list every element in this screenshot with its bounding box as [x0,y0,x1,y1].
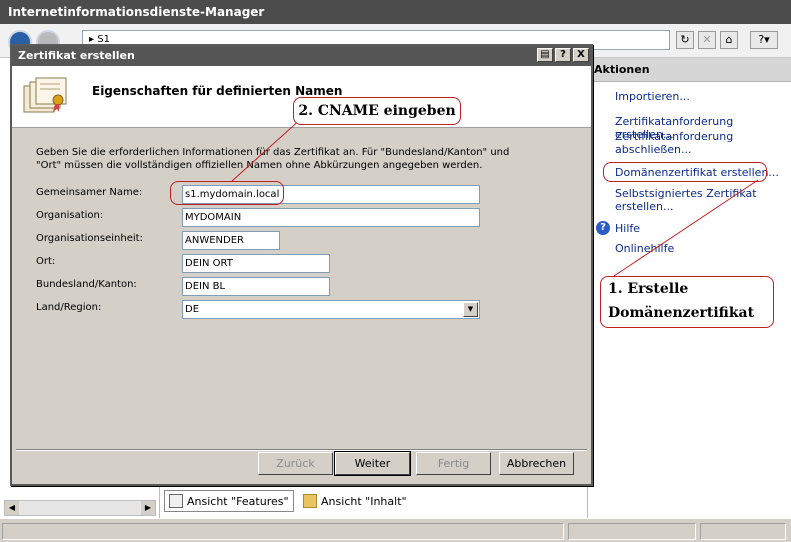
status-segment-main [2,523,564,540]
annotation-step1-line1: 1. Erstelle [608,281,689,297]
back-wizard-button[interactable]: Zurück [258,452,333,475]
features-view-icon [169,494,183,508]
refresh-icon[interactable]: ↻ [676,31,694,49]
action-online-help[interactable]: Onlinehilfe [615,242,674,255]
actions-header: Aktionen [588,58,791,82]
city-input[interactable]: DEIN ORT [182,254,330,273]
status-segment-2 [568,523,696,540]
country-label: Land/Region: [36,302,102,313]
action-import[interactable]: Importieren... [615,90,690,103]
action-complete-request[interactable]: Zertifikatanforderung abschließen... [615,130,785,156]
annotation-step2: 2. CNAME eingeben [293,97,461,125]
annotation-step1-line2: Domänenzertifikat [608,305,755,321]
country-select-value: DE [185,304,200,315]
status-bar [0,518,791,542]
city-label: Ort: [36,256,56,267]
horizontal-scrollbar[interactable]: ◀ ▶ [4,500,156,516]
status-segment-3 [700,523,786,540]
help-icon: ? [596,221,610,235]
window-title: Internetinformationsdienste-Manager [0,0,791,24]
certificate-icon [23,77,67,113]
scroll-right-icon[interactable]: ▶ [141,501,155,515]
finish-button[interactable]: Fertig [416,452,491,475]
org-unit-input[interactable]: ANWENDER [182,231,280,250]
state-input[interactable]: DEIN BL [182,277,330,296]
scroll-left-icon[interactable]: ◀ [5,501,19,515]
annotation-step1: 1. Erstelle Domänenzertifikat [600,276,774,328]
dialog-description: Geben Sie die erforderlichen Information… [36,147,510,171]
organization-label: Organisation: [36,210,104,221]
country-select[interactable]: DE ▼ [182,300,480,319]
common-name-highlight [170,181,284,205]
next-button[interactable]: Weiter [334,451,411,476]
dialog-help-button[interactable]: ? [555,48,571,62]
common-name-label: Gemeinsamer Name: [36,187,143,198]
chevron-down-icon[interactable]: ▼ [463,302,478,317]
domain-cert-highlight [603,162,767,182]
action-create-selfsigned[interactable]: Selbstsigniertes Zertifikat erstellen... [615,187,765,213]
view-tabs: Ansicht "Features" Ansicht "Inhalt" [164,490,413,516]
print-icon[interactable]: ▤ [537,48,553,62]
dialog-titlebar: Zertifikat erstellen ▤ ? X [12,46,591,66]
dialog-title: Zertifikat erstellen [18,49,135,62]
help-dropdown-icon[interactable]: ?▾ [750,31,778,49]
stop-icon[interactable]: ✕ [698,31,716,49]
dialog-close-button[interactable]: X [573,48,589,62]
dialog-heading: Eigenschaften für definierten Namen [92,84,343,98]
tab-content-label: Ansicht "Inhalt" [321,494,407,508]
tab-features-label: Ansicht "Features" [187,494,289,508]
org-unit-label: Organisationseinheit: [36,233,143,244]
home-icon[interactable]: ⌂ [720,31,738,49]
tab-features-view[interactable]: Ansicht "Features" [164,490,294,512]
dialog-title-buttons: ▤ ? X [537,48,589,62]
dialog-separator [16,449,587,451]
content-view-icon [303,494,318,508]
state-label: Bundesland/Kanton: [36,279,137,290]
organization-input[interactable]: MYDOMAIN [182,208,480,227]
cancel-button[interactable]: Abbrechen [499,452,574,475]
tab-content-view[interactable]: Ansicht "Inhalt" [299,490,411,512]
action-help[interactable]: Hilfe [615,222,640,235]
